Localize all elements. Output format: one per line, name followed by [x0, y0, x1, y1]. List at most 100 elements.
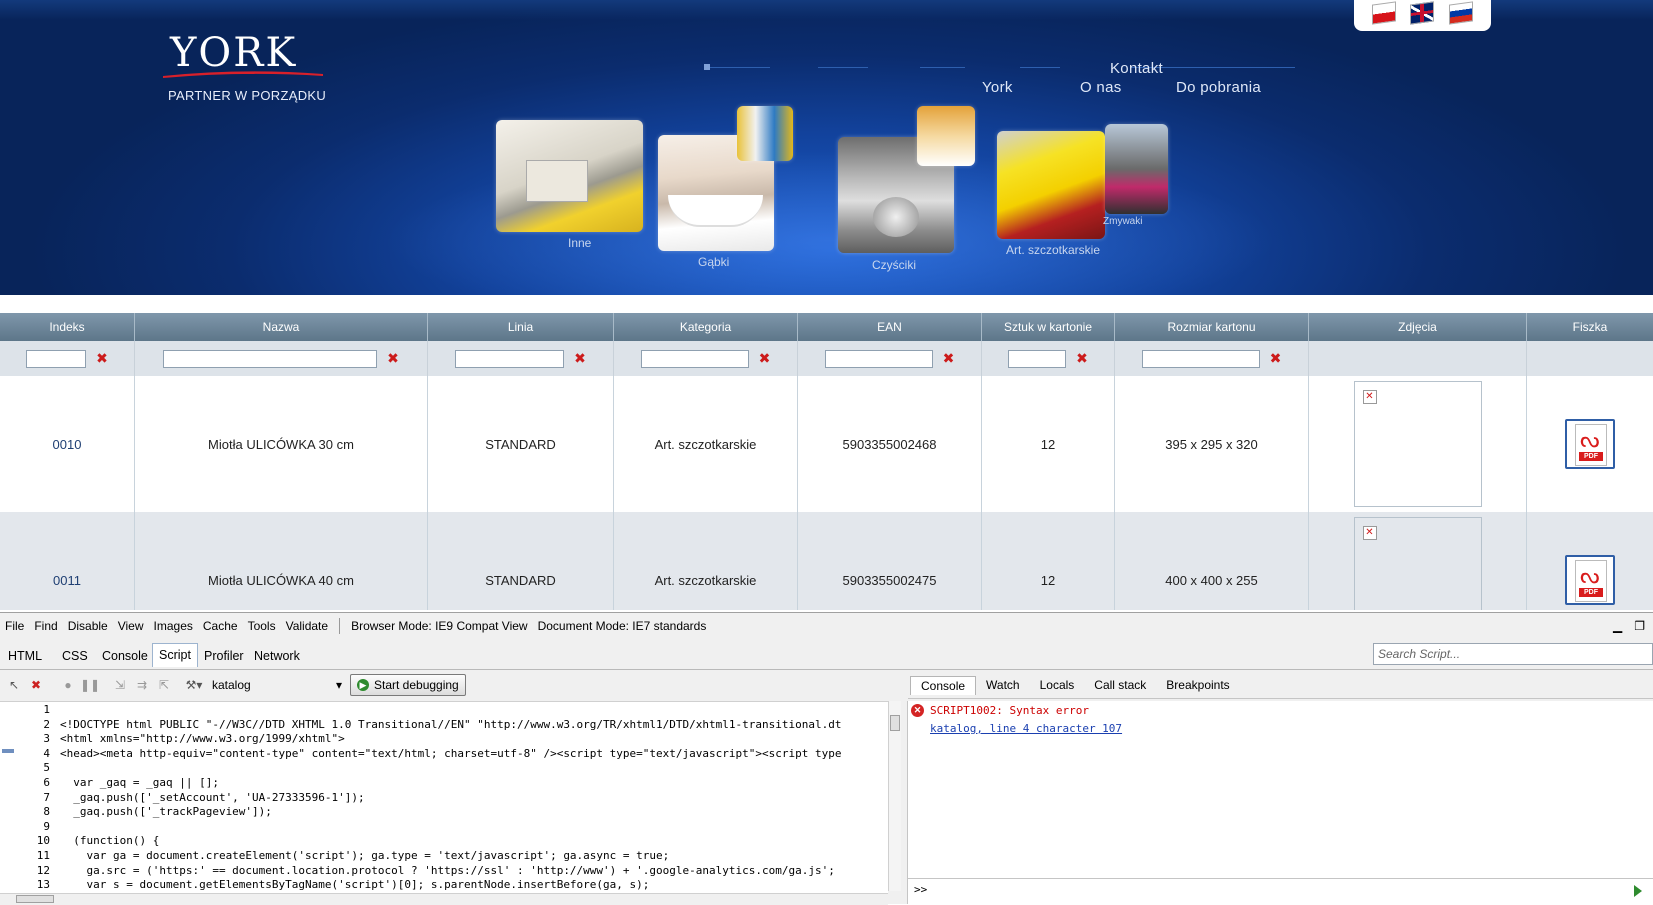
- tab-call-stack[interactable]: Call stack: [1084, 676, 1156, 694]
- select-element-icon[interactable]: ↖: [6, 677, 22, 693]
- clear-filter-icon[interactable]: ✖: [1270, 351, 1282, 367]
- filter-indeks-input[interactable]: [26, 349, 87, 368]
- continue-icon[interactable]: ●: [60, 677, 76, 693]
- tools-icon[interactable]: ⚒▾: [186, 677, 203, 693]
- col-linia[interactable]: Linia: [428, 313, 614, 341]
- filter-sztuk-input[interactable]: [1008, 349, 1067, 368]
- step-over-icon[interactable]: ⇉: [134, 677, 150, 693]
- menu-file[interactable]: File: [0, 619, 29, 633]
- category-tile-gabki-back[interactable]: [737, 106, 793, 161]
- step-out-icon[interactable]: ⇱: [156, 677, 172, 693]
- filter-nazwa-input[interactable]: [163, 349, 378, 368]
- col-ean[interactable]: EAN: [798, 313, 982, 341]
- clear-filter-icon[interactable]: ✖: [1076, 351, 1088, 367]
- clear-filter-icon[interactable]: ✖: [943, 351, 955, 367]
- run-script-icon[interactable]: [1634, 885, 1642, 897]
- tab-breakpoints[interactable]: Breakpoints: [1156, 676, 1239, 694]
- category-label-zmywaki[interactable]: Zmywaki: [1103, 216, 1142, 227]
- tab-locals[interactable]: Locals: [1030, 676, 1085, 694]
- tab-console[interactable]: Console: [96, 645, 154, 668]
- clear-breakpoints-icon[interactable]: ✖: [28, 677, 44, 693]
- tab-watch[interactable]: Watch: [976, 676, 1030, 694]
- clear-filter-icon[interactable]: ✖: [387, 351, 399, 367]
- line-number[interactable]: 11: [0, 849, 50, 862]
- minimize-icon[interactable]: ▁: [1613, 619, 1622, 633]
- document-mode-menu[interactable]: Document Mode: IE7 standards: [533, 619, 712, 633]
- clear-filter-icon[interactable]: ✖: [759, 351, 771, 367]
- line-number[interactable]: 5: [0, 761, 50, 774]
- nav-kontakt[interactable]: Kontakt: [1110, 60, 1163, 77]
- category-label-inne[interactable]: Inne: [568, 236, 591, 250]
- col-sztuk[interactable]: Sztuk w kartonie: [982, 313, 1115, 341]
- search-script-input[interactable]: Search Script...: [1373, 643, 1653, 665]
- filter-rozmiar-input[interactable]: [1141, 349, 1260, 368]
- start-debugging-button[interactable]: ▶ Start debugging: [350, 674, 466, 696]
- restore-icon[interactable]: ❐: [1634, 619, 1645, 633]
- category-tile-inne[interactable]: [496, 120, 643, 232]
- line-number[interactable]: 6: [0, 776, 50, 789]
- tab-profiler[interactable]: Profiler: [198, 645, 250, 668]
- tab-css[interactable]: CSS: [56, 645, 94, 668]
- product-image-placeholder[interactable]: ✕: [1353, 517, 1482, 610]
- table-row[interactable]: 0010 Miotła ULICÓWKA 30 cm STANDARD Art.…: [0, 376, 1653, 512]
- table-row[interactable]: 0011 Miotła ULICÓWKA 40 cm STANDARD Art.…: [0, 512, 1653, 610]
- col-zdjecia[interactable]: Zdjęcia: [1309, 313, 1527, 341]
- filter-ean-input[interactable]: [824, 349, 933, 368]
- filter-linia-input[interactable]: [455, 349, 565, 368]
- menu-tools[interactable]: Tools: [243, 619, 281, 633]
- nav-do-pobrania[interactable]: Do pobrania: [1176, 79, 1261, 96]
- tab-script[interactable]: Script: [152, 643, 198, 667]
- category-tile-szczotkarskie[interactable]: [997, 131, 1105, 239]
- line-number[interactable]: 2: [0, 718, 50, 731]
- clear-filter-icon[interactable]: ✖: [574, 351, 586, 367]
- nav-york[interactable]: York: [982, 79, 1013, 96]
- flag-ru-icon[interactable]: [1449, 1, 1473, 25]
- pdf-icon[interactable]: ᔓ PDF: [1565, 419, 1615, 469]
- col-nazwa[interactable]: Nazwa: [135, 313, 428, 341]
- menu-cache[interactable]: Cache: [198, 619, 243, 633]
- category-tile-zmywaki[interactable]: [1105, 124, 1168, 214]
- line-number[interactable]: 8: [0, 805, 50, 818]
- col-kategoria[interactable]: Kategoria: [614, 313, 798, 341]
- line-number[interactable]: 3: [0, 732, 50, 745]
- menu-validate[interactable]: Validate: [281, 619, 333, 633]
- col-fiszka[interactable]: Fiszka: [1527, 313, 1653, 341]
- line-number[interactable]: 10: [0, 834, 50, 847]
- tab-network[interactable]: Network: [248, 645, 306, 668]
- line-number[interactable]: 13: [0, 878, 50, 891]
- flag-pl-icon[interactable]: [1372, 1, 1396, 25]
- code-vertical-scrollbar[interactable]: [888, 701, 901, 891]
- script-select[interactable]: katalog ▾: [212, 675, 342, 695]
- line-number[interactable]: 7: [0, 791, 50, 804]
- menu-disable[interactable]: Disable: [63, 619, 113, 633]
- nav-o-nas[interactable]: O nas: [1080, 79, 1122, 96]
- menu-images[interactable]: Images: [149, 619, 198, 633]
- pdf-icon[interactable]: ᔓ PDF: [1565, 555, 1615, 605]
- console-input[interactable]: >>: [907, 878, 1653, 904]
- pause-icon[interactable]: ❚❚: [80, 677, 100, 693]
- line-number[interactable]: 9: [0, 820, 50, 833]
- tab-html[interactable]: HTML: [2, 645, 48, 668]
- category-label-szczotkarskie[interactable]: Art. szczotkarskie: [1006, 243, 1100, 257]
- filter-kategoria-input[interactable]: [640, 349, 749, 368]
- step-into-icon[interactable]: ⇲: [112, 677, 128, 693]
- browser-mode-menu[interactable]: Browser Mode: IE9 Compat View: [346, 619, 533, 633]
- col-rozmiar[interactable]: Rozmiar kartonu: [1115, 313, 1309, 341]
- category-tile-czysciki-back[interactable]: [917, 106, 975, 166]
- menu-view[interactable]: View: [113, 619, 149, 633]
- menu-find[interactable]: Find: [29, 619, 62, 633]
- category-label-gabki[interactable]: Gąbki: [698, 255, 729, 269]
- error-source-link[interactable]: katalog, line 4 character 107: [930, 722, 1122, 735]
- flag-uk-icon[interactable]: [1410, 1, 1434, 25]
- category-label-czysciki[interactable]: Czyściki: [872, 258, 916, 272]
- script-toolbar: ↖ ✖ ● ❚❚ ⇲ ⇉ ⇱ ⚒▾ katalog ▾ ▶ Start debu…: [0, 672, 907, 698]
- tab-console-right[interactable]: Console: [910, 675, 977, 695]
- col-indeks[interactable]: Indeks: [0, 313, 135, 341]
- line-number[interactable]: 12: [0, 864, 50, 877]
- code-line: (function() {: [60, 834, 160, 848]
- code-horizontal-scrollbar[interactable]: [0, 893, 888, 905]
- script-source-view[interactable]: 1 2 <!DOCTYPE html PUBLIC "-//W3C//DTD XHT…: [0, 701, 888, 894]
- line-number[interactable]: 1: [0, 703, 50, 716]
- product-image-placeholder[interactable]: ✕: [1353, 381, 1482, 507]
- clear-filter-icon[interactable]: ✖: [96, 351, 108, 367]
